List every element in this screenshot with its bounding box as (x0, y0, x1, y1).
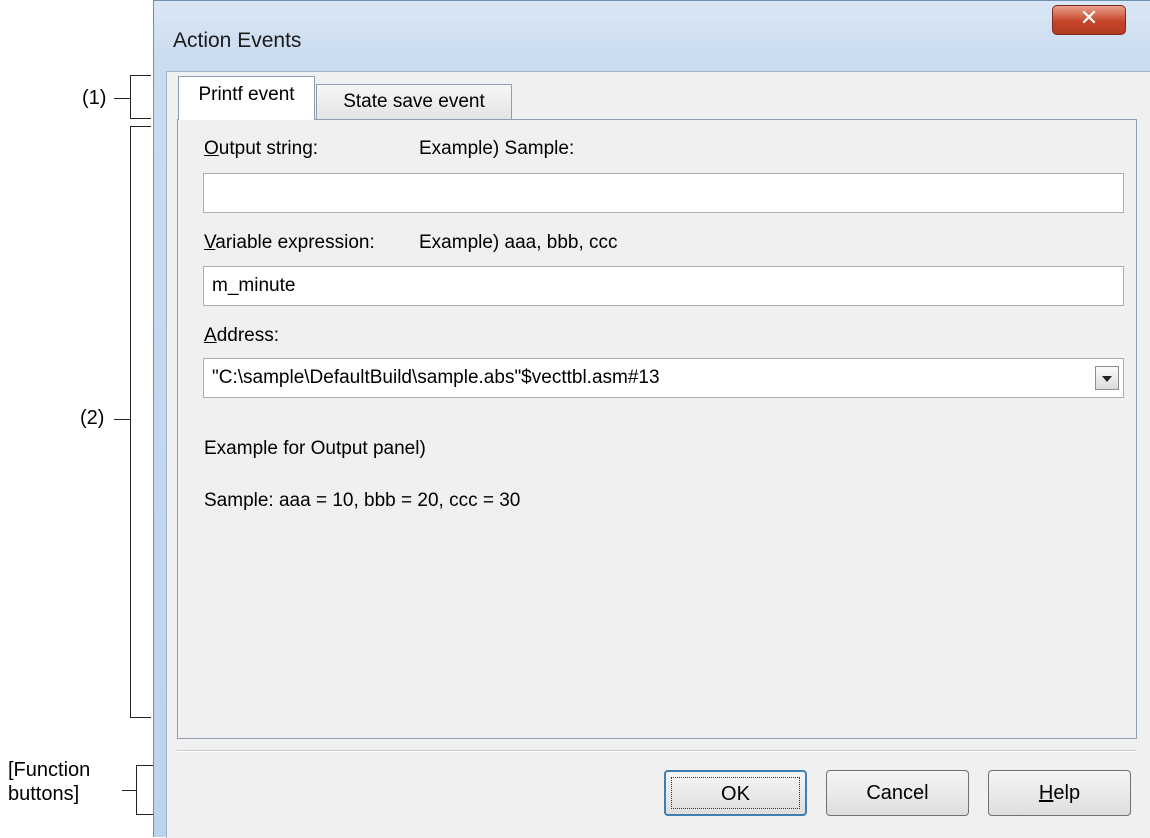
variable-expression-label-text: ariable expression: (215, 232, 375, 253)
ok-button[interactable]: OK (664, 770, 807, 816)
variable-expression-input[interactable]: m_minute (203, 266, 1124, 306)
button-separator (177, 750, 1137, 752)
callout-1-bracket (130, 75, 151, 119)
address-label-mnemonic: A (204, 325, 217, 346)
callout-function-line1: [Function (8, 759, 91, 781)
output-example-heading: Example for Output panel) (204, 438, 426, 459)
callout-1-leader (114, 98, 130, 99)
close-button[interactable]: ✕ (1052, 5, 1126, 35)
output-example-text: Sample: aaa = 10, bbb = 20, ccc = 30 (204, 490, 521, 511)
tab-state-save-event[interactable]: State save event (316, 84, 512, 120)
address-label: Address: (204, 325, 279, 347)
callout-2: (2) (80, 407, 105, 429)
window-title: Action Events (173, 29, 302, 52)
dialog-client-area: Printf event State save event Output str… (166, 71, 1150, 838)
dropdown-arrow-icon[interactable] (1095, 366, 1119, 390)
callout-function-leader (122, 790, 136, 791)
variable-expression-label: Variable expression: (204, 232, 375, 254)
callout-2-leader (114, 419, 130, 420)
variable-expression-example: Example) aaa, bbb, ccc (419, 232, 618, 253)
close-icon: ✕ (1079, 6, 1099, 31)
help-button-label: elp (1053, 782, 1081, 804)
help-button[interactable]: Help (988, 770, 1131, 816)
address-label-text: ddress: (216, 325, 279, 346)
action-events-dialog: Action Events ✕ Printf event State save … (153, 0, 1150, 838)
output-string-input[interactable] (203, 173, 1124, 213)
ok-button-label: OK (721, 783, 750, 805)
help-button-mnemonic: H (1038, 782, 1054, 804)
callout-2-bracket (130, 126, 151, 718)
variable-expression-label-mnemonic: V (204, 232, 216, 253)
callout-1: (1) (82, 87, 107, 109)
output-string-label: Output string: (204, 138, 318, 160)
cancel-button[interactable]: Cancel (826, 770, 969, 816)
callout-function-line2: buttons] (8, 783, 80, 805)
output-string-example: Example) Sample: (419, 138, 575, 159)
tab-printf-event[interactable]: Printf event (178, 76, 315, 120)
address-combobox[interactable]: "C:\sample\DefaultBuild\sample.abs"$vect… (203, 358, 1124, 398)
title-bar[interactable]: Action Events ✕ (154, 1, 1150, 71)
callout-function-buttons: [Function buttons] (8, 758, 90, 806)
output-string-label-text: utput string: (218, 138, 319, 159)
address-value: "C:\sample\DefaultBuild\sample.abs"$vect… (212, 367, 660, 388)
printf-event-panel: Output string: Example) Sample: Variable… (177, 119, 1137, 739)
callout-function-bracket (136, 765, 153, 815)
output-string-label-mnemonic: O (204, 138, 219, 159)
